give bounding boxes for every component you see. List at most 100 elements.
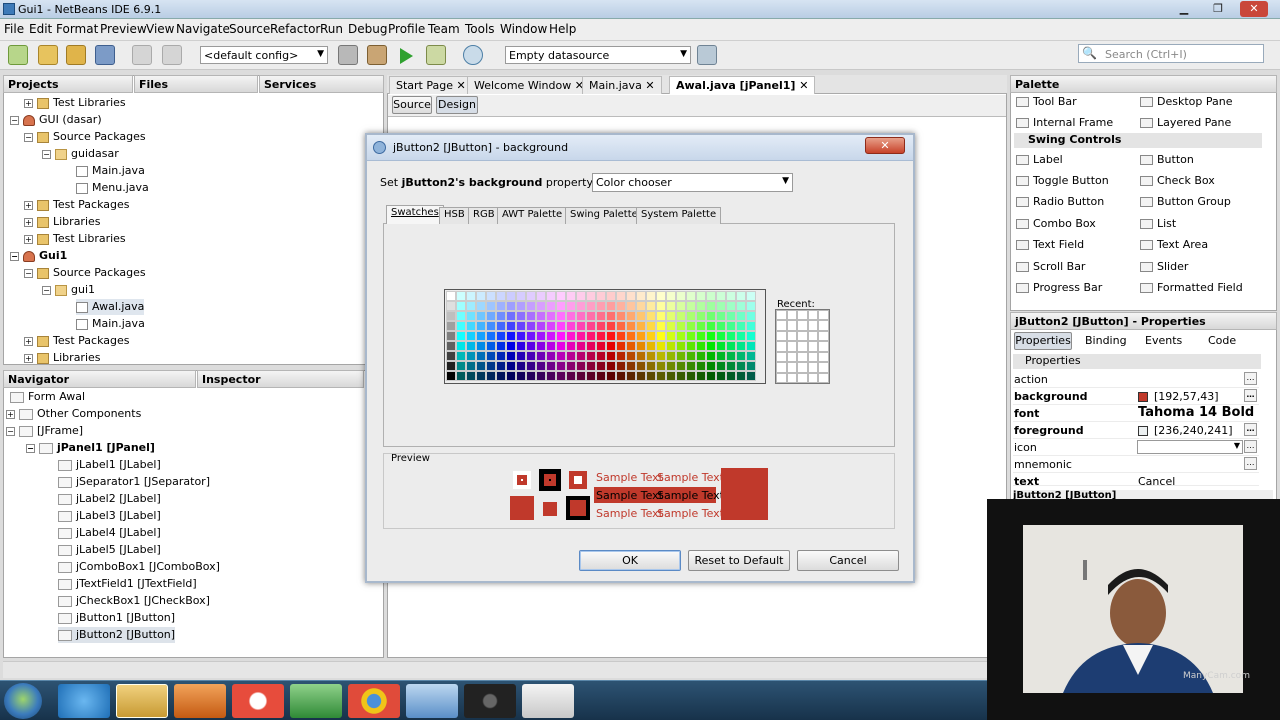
color-swatch[interactable]	[596, 341, 606, 351]
screen-recorder-icon[interactable]	[232, 684, 284, 718]
color-swatch[interactable]	[646, 301, 656, 311]
search-input[interactable]: 🔍 Search (Ctrl+I)	[1078, 44, 1264, 63]
obs-icon[interactable]	[464, 684, 516, 718]
color-swatch[interactable]	[616, 311, 626, 321]
recent-color-swatch[interactable]	[797, 362, 808, 373]
color-swatch[interactable]	[576, 301, 586, 311]
color-swatch[interactable]	[636, 321, 646, 331]
color-swatch[interactable]	[456, 371, 466, 381]
palette-item[interactable]: List	[1140, 217, 1176, 230]
color-swatch[interactable]	[646, 311, 656, 321]
netbeans-taskbar-icon[interactable]	[406, 684, 458, 718]
file-explorer-icon[interactable]	[116, 684, 168, 718]
color-swatch[interactable]	[596, 371, 606, 381]
tree-node[interactable]: Main.java	[76, 163, 145, 179]
recent-color-swatch[interactable]	[818, 351, 829, 363]
color-swatch[interactable]	[686, 301, 696, 311]
ellipsis-button[interactable]: …	[1244, 389, 1257, 402]
color-swatch[interactable]	[546, 361, 556, 371]
color-swatch[interactable]	[696, 291, 706, 301]
color-swatch[interactable]	[486, 351, 496, 361]
close-icon[interactable]: ✕	[645, 79, 654, 92]
tab-navigator[interactable]: Navigator	[3, 370, 196, 388]
tree-node-selected[interactable]: jButton2 [JButton]	[58, 627, 176, 643]
color-swatch[interactable]	[616, 371, 626, 381]
color-swatch[interactable]	[686, 341, 696, 351]
color-swatch[interactable]	[726, 301, 736, 311]
tree-node[interactable]: − Gui1	[10, 248, 67, 264]
color-swatch[interactable]	[476, 301, 486, 311]
color-swatch[interactable]	[626, 321, 636, 331]
color-swatch[interactable]	[576, 351, 586, 361]
tab-awt-palette[interactable]: AWT Palette	[497, 207, 568, 224]
tree-node[interactable]: jLabel4 [JLabel]	[58, 525, 161, 541]
color-swatch[interactable]	[636, 351, 646, 361]
color-swatch[interactable]	[716, 301, 726, 311]
recent-color-swatch[interactable]	[807, 351, 819, 363]
color-swatch[interactable]	[606, 331, 616, 341]
palette-item[interactable]: Formatted Field	[1140, 281, 1243, 294]
color-swatch[interactable]	[526, 371, 536, 381]
color-swatch[interactable]	[506, 311, 516, 321]
cancel-button[interactable]: Cancel	[797, 550, 899, 571]
color-swatch[interactable]	[616, 291, 626, 301]
color-swatch[interactable]	[446, 351, 456, 361]
run-icon[interactable]	[400, 48, 413, 64]
minimize-button[interactable]: ▁	[1170, 1, 1198, 17]
color-swatch[interactable]	[706, 351, 716, 361]
color-swatch[interactable]	[736, 331, 746, 341]
color-swatch[interactable]	[486, 361, 496, 371]
color-swatch[interactable]	[696, 341, 706, 351]
recent-color-swatch[interactable]	[807, 372, 819, 383]
tree-node[interactable]: jTextField1 [JTextField]	[58, 576, 197, 592]
menu-file[interactable]: File	[4, 19, 24, 36]
color-swatch[interactable]	[476, 331, 486, 341]
tree-node[interactable]: − Source Packages	[24, 129, 146, 145]
recent-color-swatch[interactable]	[818, 320, 829, 331]
recent-color-swatch[interactable]	[786, 362, 798, 373]
recent-color-swatch[interactable]	[776, 320, 787, 331]
color-swatch[interactable]	[466, 361, 476, 371]
property-row-mnemonic[interactable]: mnemonic…	[1013, 456, 1259, 473]
color-swatch[interactable]	[446, 361, 456, 371]
color-swatch[interactable]	[576, 371, 586, 381]
color-swatch[interactable]	[576, 341, 586, 351]
color-swatch[interactable]	[556, 341, 566, 351]
build-hammer-icon[interactable]	[338, 45, 358, 65]
color-swatch[interactable]	[596, 311, 606, 321]
property-row-text[interactable]: text Cancel	[1013, 473, 1259, 486]
color-swatch[interactable]	[646, 351, 656, 361]
property-row-action[interactable]: action…	[1013, 371, 1259, 388]
recent-color-swatch[interactable]	[797, 310, 808, 321]
tab-files[interactable]: Files	[134, 75, 258, 93]
color-swatch-grid[interactable]	[444, 289, 766, 384]
tree-node[interactable]: jComboBox1 [JComboBox]	[58, 559, 220, 575]
color-swatch[interactable]	[556, 301, 566, 311]
color-swatch[interactable]	[586, 321, 596, 331]
tab-hsb[interactable]: HSB	[439, 207, 470, 224]
tree-node[interactable]: jLabel3 [JLabel]	[58, 508, 161, 524]
menu-view[interactable]: View	[146, 19, 174, 36]
tree-node[interactable]: − [JFrame]	[6, 423, 83, 439]
color-swatch[interactable]	[656, 291, 666, 301]
property-row-font[interactable]: font Tahoma 14 Bold	[1013, 405, 1259, 422]
palette-item[interactable]: Tool Bar	[1016, 95, 1077, 108]
color-swatch[interactable]	[676, 331, 686, 341]
tree-node[interactable]: − guidasar	[42, 146, 119, 162]
menu-team[interactable]: Team	[428, 19, 460, 36]
color-swatch[interactable]	[636, 331, 646, 341]
recent-color-swatch[interactable]	[807, 320, 819, 331]
menu-window[interactable]: Window	[500, 19, 547, 36]
palette-item[interactable]: Desktop Pane	[1140, 95, 1232, 108]
color-swatch[interactable]	[476, 361, 486, 371]
recent-color-swatch[interactable]	[797, 372, 808, 383]
color-swatch[interactable]	[526, 311, 536, 321]
ellipsis-button[interactable]: …	[1244, 423, 1257, 436]
color-swatch[interactable]	[706, 361, 716, 371]
color-swatch[interactable]	[636, 371, 646, 381]
design-mode-button[interactable]: Design	[436, 96, 478, 114]
datasource-select[interactable]: Empty datasource ▼	[505, 46, 691, 64]
recent-color-swatch[interactable]	[786, 351, 798, 363]
color-swatch[interactable]	[746, 321, 756, 331]
recent-color-swatch[interactable]	[786, 372, 798, 383]
